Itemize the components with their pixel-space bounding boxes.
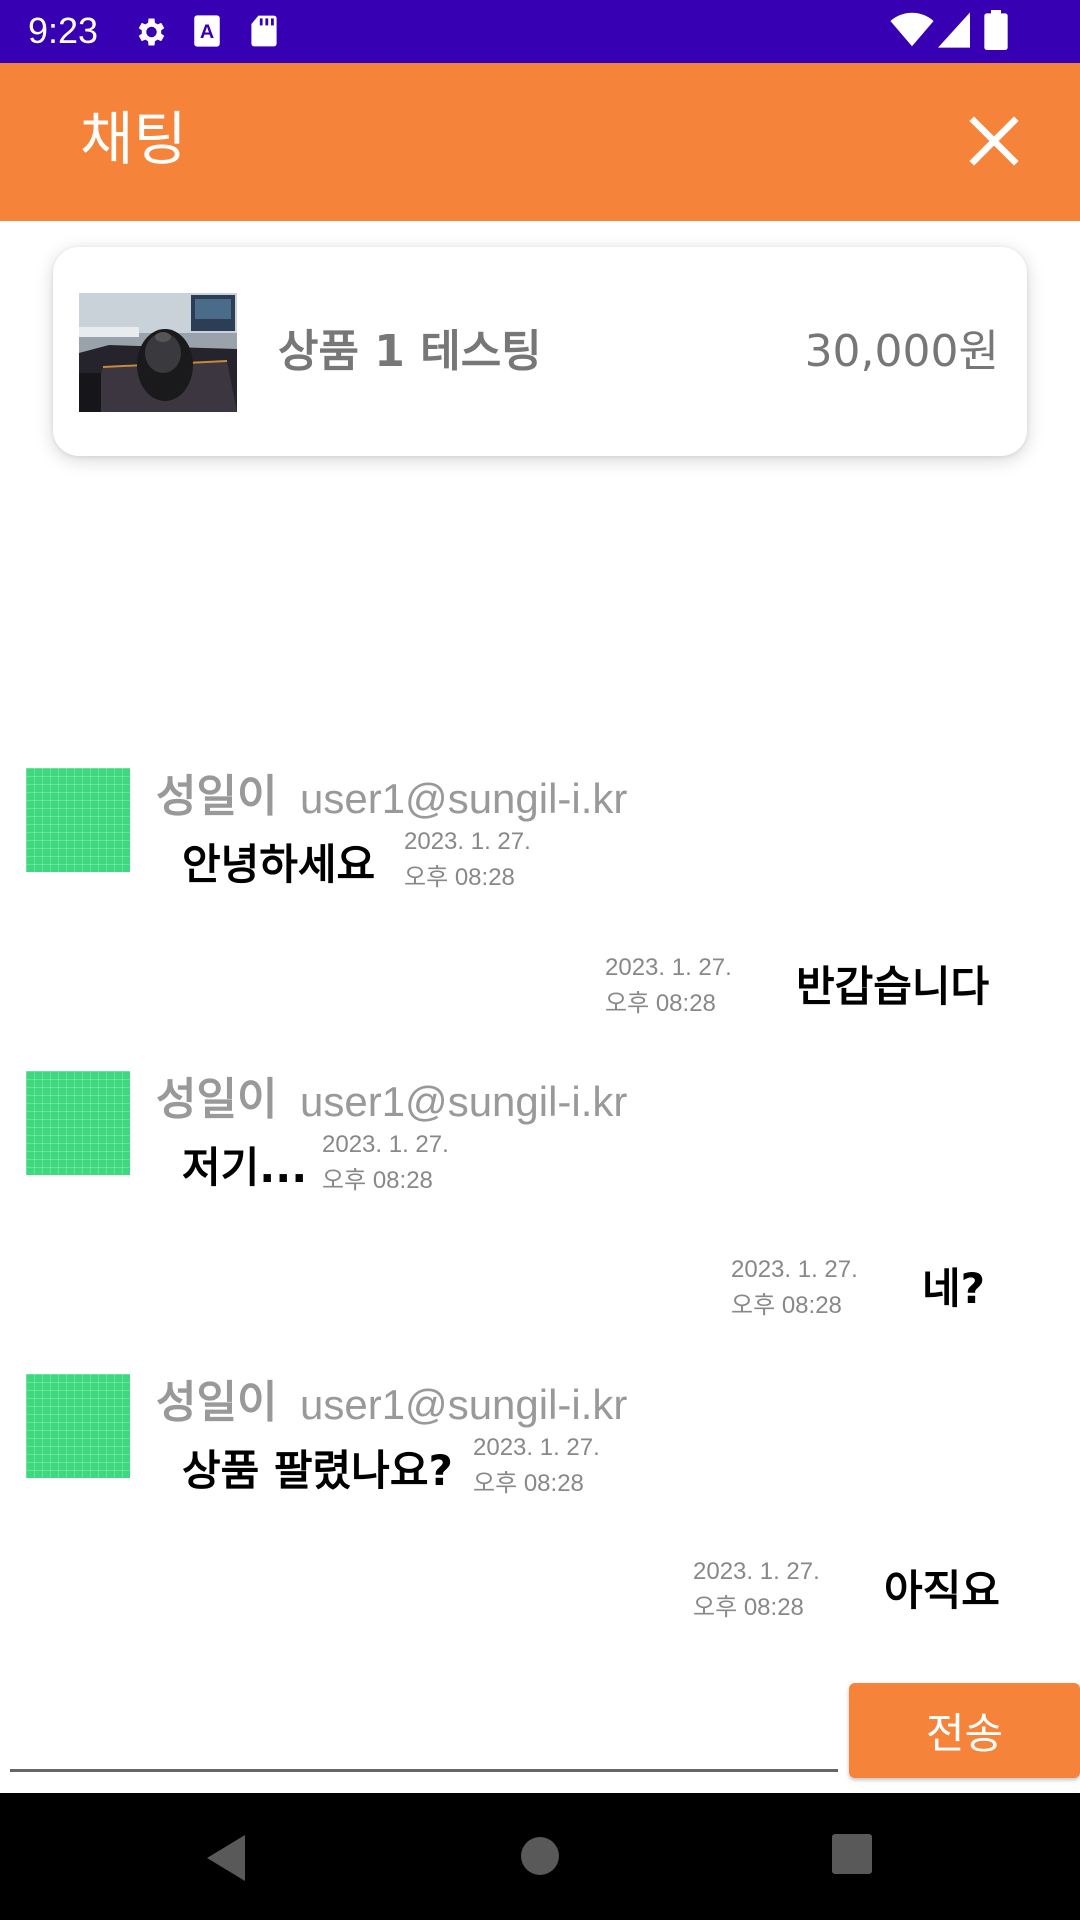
message-time: 오후 08:28 bbox=[404, 864, 515, 891]
message-text: 네? bbox=[922, 1264, 986, 1313]
message-outgoing: 2023. 1. 27. 오후 08:28 네? bbox=[0, 1246, 1080, 1336]
message-time: 오후 08:28 bbox=[605, 990, 716, 1017]
message-incoming: 성일이 user1@sungil-i.kr 안녕하세요 2023. 1. 27.… bbox=[0, 768, 1080, 918]
message-date: 2023. 1. 27. bbox=[605, 954, 732, 981]
keyboard-a-icon: A bbox=[194, 15, 220, 47]
product-card[interactable]: 상품 1 테스팅 30,000원 bbox=[53, 247, 1027, 456]
product-image bbox=[79, 293, 237, 412]
message-text: 상품 팔렸나요? bbox=[182, 1446, 453, 1495]
close-icon[interactable] bbox=[964, 111, 1024, 171]
send-button[interactable]: 전송 bbox=[849, 1683, 1080, 1778]
product-name: 상품 1 테스팅 bbox=[278, 326, 542, 377]
message-date: 2023. 1. 27. bbox=[693, 1558, 820, 1585]
sender-name: 성일이 bbox=[156, 1074, 278, 1125]
avatar[interactable] bbox=[26, 768, 130, 872]
sender-name: 성일이 bbox=[156, 771, 278, 822]
sd-card-icon bbox=[251, 15, 277, 47]
app-bar: 채팅 bbox=[0, 63, 1080, 221]
message-time: 오후 08:28 bbox=[693, 1594, 804, 1621]
sender-email: user1@sungil-i.kr bbox=[300, 775, 628, 822]
product-price: 30,000원 bbox=[804, 326, 999, 377]
message-date: 2023. 1. 27. bbox=[322, 1131, 449, 1158]
message-text: 반갑습니다 bbox=[796, 962, 990, 1011]
message-text: 안녕하세요 bbox=[182, 840, 376, 889]
app-title: 채팅 bbox=[80, 105, 187, 173]
message-text: 저기... bbox=[182, 1143, 308, 1192]
message-outgoing: 2023. 1. 27. 오후 08:28 반갑습니다 bbox=[0, 944, 1080, 1034]
message-incoming: 성일이 user1@sungil-i.kr 상품 팔렸나요? 2023. 1. … bbox=[0, 1374, 1080, 1524]
home-icon[interactable] bbox=[517, 1833, 563, 1879]
sender-email: user1@sungil-i.kr bbox=[300, 1381, 628, 1428]
sender-name: 성일이 bbox=[156, 1377, 278, 1428]
sender-email: user1@sungil-i.kr bbox=[300, 1078, 628, 1125]
message-date: 2023. 1. 27. bbox=[731, 1256, 858, 1283]
wifi-icon bbox=[890, 12, 934, 47]
message-text: 아직요 bbox=[884, 1566, 1000, 1615]
chat-screen: 9:23 A 채팅 상품 1 테스팅 30,000원 성일이 user1@sun… bbox=[0, 0, 1080, 1920]
message-incoming: 성일이 user1@sungil-i.kr 저기... 2023. 1. 27.… bbox=[0, 1071, 1080, 1221]
status-bar: 9:23 A bbox=[0, 0, 1080, 63]
message-input-area: 전송 bbox=[0, 1680, 1080, 1793]
message-time: 오후 08:28 bbox=[731, 1292, 842, 1319]
message-date: 2023. 1. 27. bbox=[473, 1434, 600, 1461]
status-time: 9:23 bbox=[28, 10, 99, 51]
message-time: 오후 08:28 bbox=[473, 1470, 584, 1497]
message-outgoing: 2023. 1. 27. 오후 08:28 아직요 bbox=[0, 1548, 1080, 1638]
message-input[interactable] bbox=[10, 1680, 838, 1772]
avatar[interactable] bbox=[26, 1071, 130, 1175]
avatar[interactable] bbox=[26, 1374, 130, 1478]
back-icon[interactable] bbox=[203, 1833, 249, 1883]
message-time: 오후 08:28 bbox=[322, 1167, 433, 1194]
signal-icon bbox=[938, 12, 970, 48]
gear-icon bbox=[138, 18, 165, 46]
navigation-bar bbox=[0, 1793, 1080, 1920]
svg-text:A: A bbox=[200, 21, 214, 43]
message-date: 2023. 1. 27. bbox=[404, 828, 531, 855]
battery-icon bbox=[984, 10, 1008, 50]
recents-icon[interactable] bbox=[831, 1833, 873, 1875]
